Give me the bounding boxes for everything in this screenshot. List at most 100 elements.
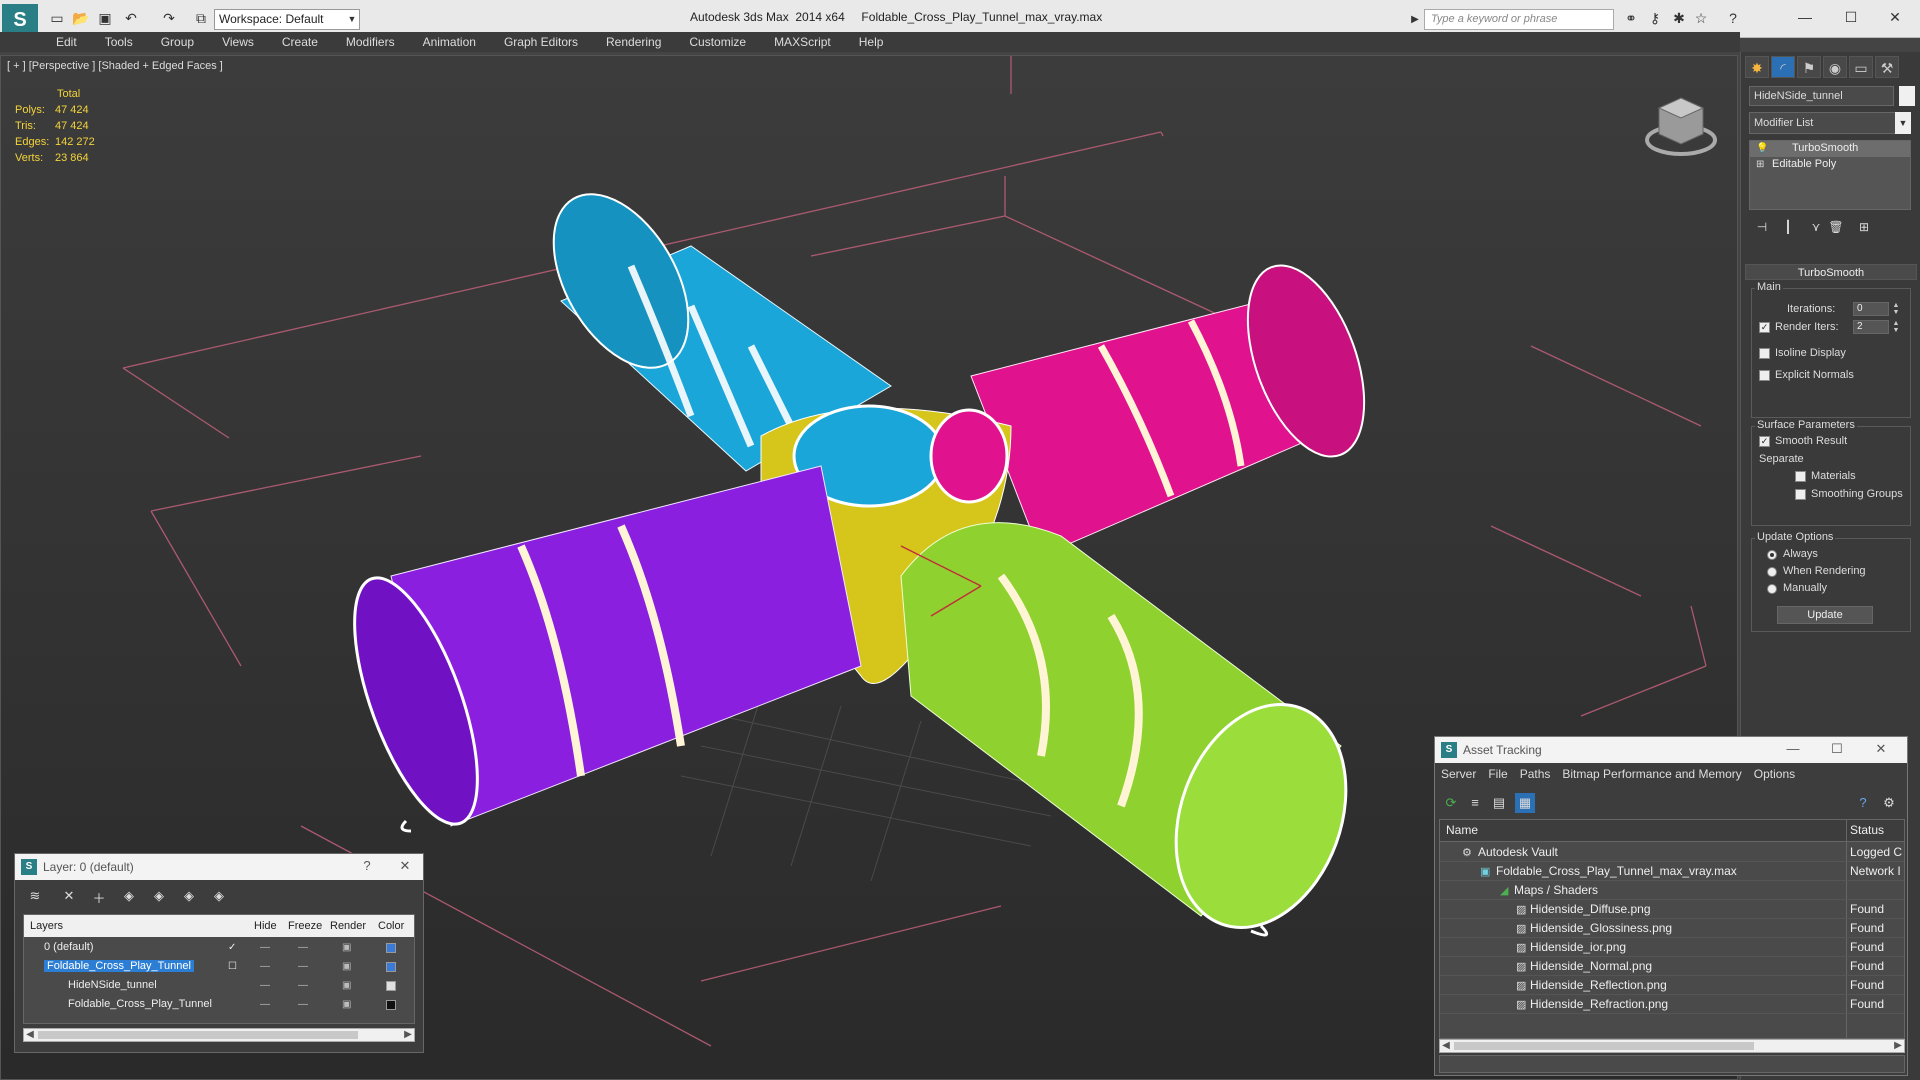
column-header-hide[interactable]: Hide [254,920,277,932]
expand-icon[interactable]: ⊞ [1756,159,1764,170]
help-icon[interactable]: ? [1853,793,1873,813]
render-toggle-icon[interactable]: ▣ [342,961,351,972]
scroll-right-icon[interactable]: ▶ [1892,1040,1904,1051]
column-header-layers[interactable]: Layers [30,920,63,932]
smooth-result-checkbox[interactable]: ✓ [1759,436,1770,447]
scrollbar-thumb[interactable] [38,1031,358,1039]
asset-row[interactable]: ▨ Hidenside_Diffuse.png Found [1440,900,1904,919]
motion-tab-icon[interactable]: ◉ [1823,56,1847,78]
close-button[interactable]: ✕ [395,858,415,874]
asset-row[interactable]: ▨ Hidenside_Glossiness.png Found [1440,919,1904,938]
turbosmooth-rollout-header[interactable]: TurboSmooth [1745,264,1917,280]
pin-stack-icon[interactable]: ⊣ [1751,217,1773,237]
current-layer-icon[interactable]: ◈ [209,888,229,906]
menu-views[interactable]: Views [222,32,254,52]
open-file-icon[interactable]: 📂 [72,10,90,26]
menu-bitmap-performance[interactable]: Bitmap Performance and Memory [1562,763,1741,785]
spinner-arrows-icon[interactable]: ▲ ▼ [1891,302,1901,316]
freeze-toggle[interactable]: — [298,999,308,1010]
menu-file[interactable]: File [1488,763,1507,785]
help-icon[interactable]: ? [1724,10,1742,26]
viewcube-icon[interactable] [1641,84,1721,164]
asset-row[interactable]: ◢ Maps / Shaders [1440,881,1904,900]
freeze-toggle[interactable]: — [298,942,308,953]
render-toggle-icon[interactable]: ▣ [342,999,351,1010]
hide-toggle[interactable]: — [260,942,270,953]
hide-toggle[interactable]: — [260,980,270,991]
modify-tab-icon[interactable]: ◜ [1771,56,1795,78]
table-view-icon[interactable]: ▦ [1515,793,1535,813]
freeze-toggle[interactable]: — [298,961,308,972]
settings-icon[interactable]: ⚙ [1879,793,1899,813]
project-folder-icon[interactable]: ⧉ [192,10,210,26]
when-rendering-radio[interactable] [1767,567,1777,577]
highlight-layer-icon[interactable]: ◈ [179,888,199,906]
layer-color-swatch[interactable] [386,943,396,953]
favorites-star-icon[interactable]: ☆ [1692,10,1710,26]
layer-row[interactable]: HideNSide_tunnel — — ▣ [24,977,414,996]
workspace-dropdown[interactable]: Workspace: Default [214,9,360,30]
asset-row[interactable]: ▨ Hidenside_Normal.png Found [1440,957,1904,976]
layer-color-swatch[interactable] [386,1000,396,1010]
menu-paths[interactable]: Paths [1520,763,1551,785]
iterations-spinner[interactable]: 0 [1853,302,1889,316]
display-tab-icon[interactable]: ▭ [1849,56,1873,78]
object-name-field[interactable]: HideNSide_tunnel [1749,86,1894,106]
asset-row[interactable]: ▨ Hidenside_ior.png Found [1440,938,1904,957]
maximize-button[interactable]: ☐ [1836,6,1866,28]
create-tab-icon[interactable]: ✸ [1745,56,1769,78]
add-selection-icon[interactable]: ◈ [119,888,139,906]
binoculars-icon[interactable]: ⚭ [1622,10,1640,26]
hierarchy-tab-icon[interactable]: ⚑ [1797,56,1821,78]
layer-color-swatch[interactable] [386,962,396,972]
viewport-label[interactable]: [ + ] [Perspective ] [Shaded + Edged Fac… [7,60,223,72]
modifier-list-dropdown[interactable]: Modifier List [1749,112,1911,134]
utilities-tab-icon[interactable]: ⚒ [1875,56,1899,78]
stack-item-turbosmooth[interactable]: 💡 TurboSmooth [1750,141,1910,157]
manually-radio[interactable] [1767,584,1777,594]
menu-help[interactable]: Help [859,32,884,52]
active-layer-check-icon[interactable]: ✓ [228,942,236,953]
chevron-down-icon[interactable]: ▼ [1895,112,1911,134]
menu-create[interactable]: Create [282,32,318,52]
object-color-swatch[interactable] [1899,86,1915,106]
menu-group[interactable]: Group [161,32,194,52]
smoothing-groups-checkbox[interactable] [1795,489,1806,500]
maximize-button[interactable]: ☐ [1827,741,1847,757]
stack-item-editable-poly[interactable]: ⊞ Editable Poly [1750,157,1910,173]
undo-icon[interactable]: ↶ [122,10,140,26]
minimize-button[interactable]: — [1783,741,1803,756]
thumbnail-view-icon[interactable]: ▤ [1489,793,1509,813]
remove-modifier-icon[interactable]: 🗑 [1825,217,1847,237]
render-toggle-icon[interactable]: ▣ [342,942,351,953]
scroll-left-icon[interactable]: ◀ [1440,1040,1452,1051]
show-end-result-icon[interactable]: ┃ [1777,217,1799,237]
menu-modifiers[interactable]: Modifiers [346,32,395,52]
hide-toggle[interactable]: — [260,961,270,972]
layer-row[interactable]: 0 (default) ✓ — — ▣ [24,939,414,958]
always-radio[interactable] [1767,550,1777,560]
asset-row[interactable]: ▨ Hidenside_Refraction.png Found [1440,995,1904,1014]
asset-row[interactable]: ▣ Foldable_Cross_Play_Tunnel_max_vray.ma… [1440,862,1904,881]
isoline-display-checkbox[interactable] [1759,348,1770,359]
render-iters-spinner[interactable]: 2 [1853,320,1889,334]
horizontal-scrollbar[interactable]: ◀ ▶ [1439,1039,1905,1053]
materials-checkbox[interactable] [1795,471,1806,482]
column-header-color[interactable]: Color [378,920,404,932]
column-header-status[interactable]: Status [1850,823,1884,837]
update-button[interactable]: Update [1777,606,1873,624]
menu-tools[interactable]: Tools [105,32,133,52]
layer-row[interactable]: Foldable_Cross_Play_Tunnel ☐ — — ▣ [24,958,414,977]
scroll-left-icon[interactable]: ◀ [24,1029,36,1040]
asset-row[interactable]: ⚙ Autodesk Vault Logged C [1440,843,1904,862]
column-header-render[interactable]: Render [330,920,366,932]
refresh-icon[interactable]: ⟳ [1441,793,1461,813]
scroll-right-icon[interactable]: ▶ [402,1029,414,1040]
menu-options[interactable]: Options [1754,763,1795,785]
select-objects-icon[interactable]: ◈ [149,888,169,906]
configure-sets-icon[interactable]: ⊞ [1853,217,1875,237]
menu-maxscript[interactable]: MAXScript [774,32,831,52]
menu-rendering[interactable]: Rendering [606,32,661,52]
community-icon[interactable]: ✱ [1670,10,1688,26]
render-iters-checkbox[interactable]: ✓ [1759,322,1770,333]
